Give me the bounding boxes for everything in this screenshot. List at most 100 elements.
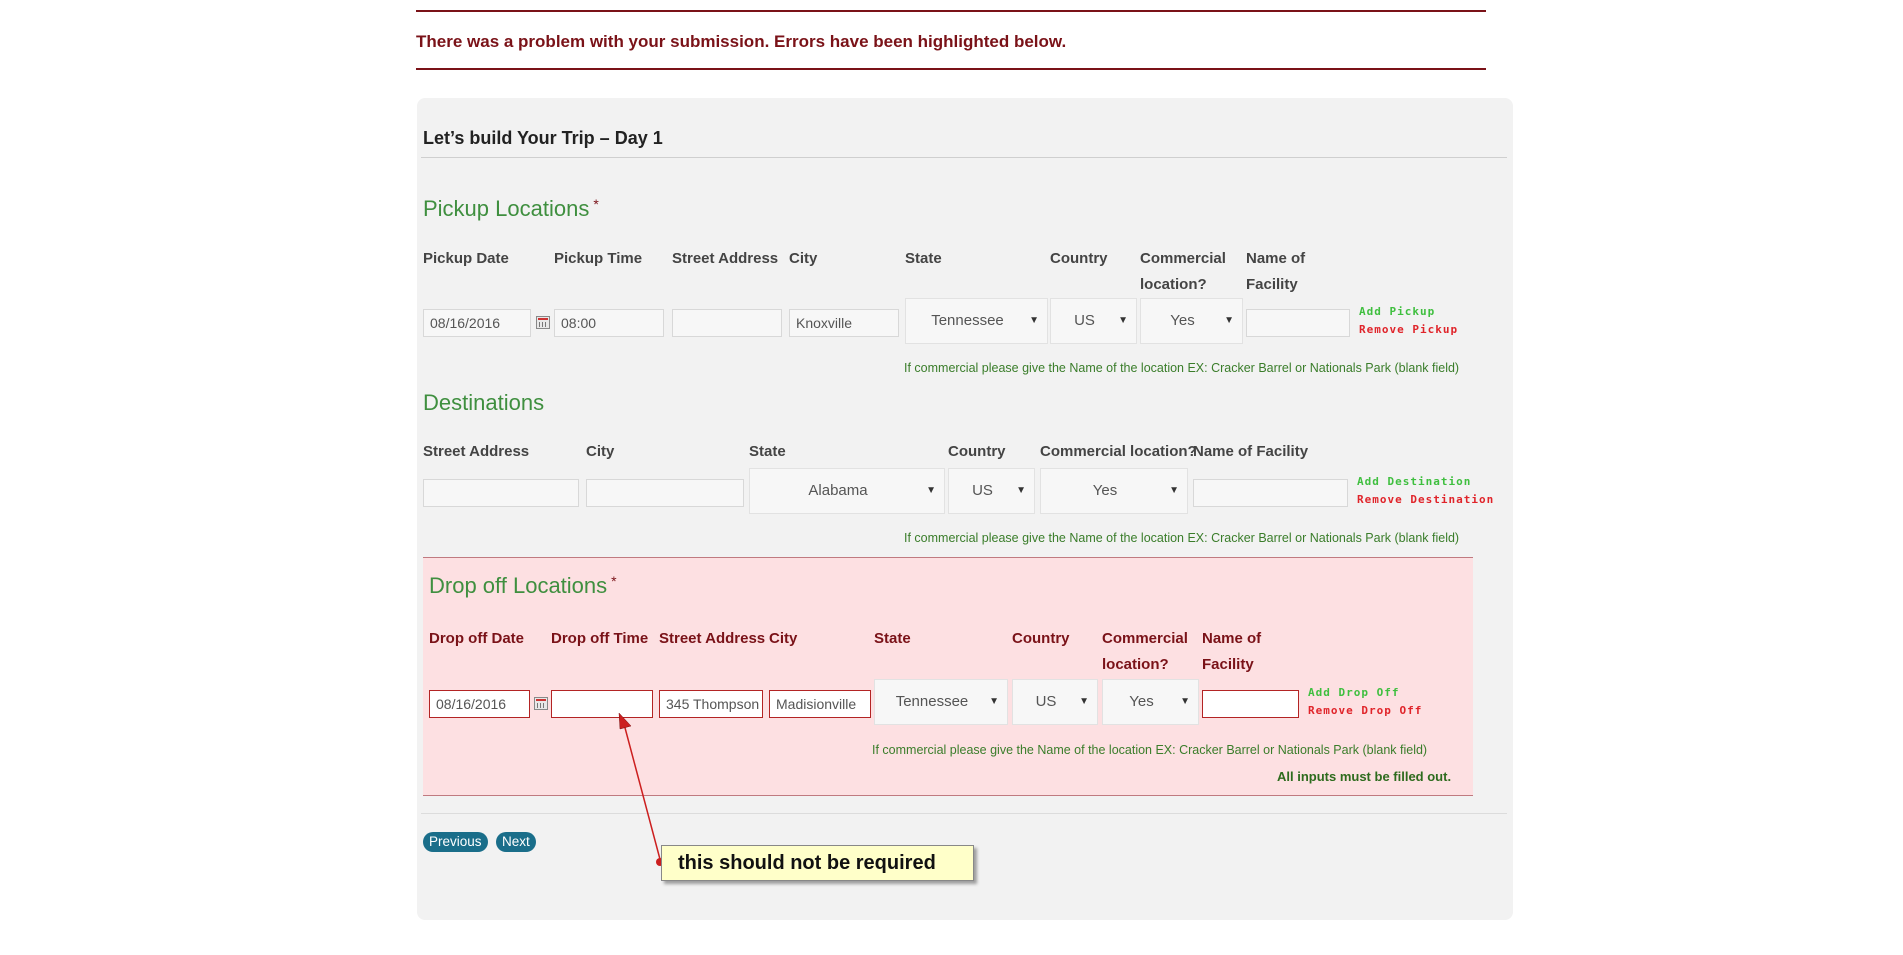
dropoff-date-label: Drop off Date	[429, 630, 524, 647]
dropoff-date-input[interactable]: 08/16/2016	[429, 690, 530, 718]
dest-commercial-select[interactable]: Yes ▼	[1040, 468, 1188, 514]
pickup-commercial-label-line2: location?	[1140, 276, 1207, 293]
dropoff-city-input[interactable]: Madisionville	[769, 690, 871, 718]
pickup-city-input[interactable]: Knoxville	[789, 309, 899, 337]
dropoff-section: Drop off Locations * Drop off Date Drop o…	[423, 557, 1473, 796]
pickup-country-select[interactable]: US ▼	[1050, 298, 1137, 344]
pickup-city-label: City	[789, 250, 818, 267]
dropoff-state-select[interactable]: Tennessee ▼	[874, 679, 1008, 725]
dropoff-country-select[interactable]: US ▼	[1012, 679, 1098, 725]
remove-destination-link[interactable]: Remove Destination	[1357, 493, 1494, 506]
pickup-commercial-value: Yes	[1170, 312, 1195, 329]
dest-state-label: State	[749, 443, 786, 460]
required-mark: *	[611, 573, 617, 589]
previous-button[interactable]: Previous	[423, 832, 488, 852]
dropoff-state-label: State	[874, 630, 911, 647]
chevron-down-icon: ▼	[989, 696, 999, 707]
pickup-commercial-label-line1: Commercial	[1140, 250, 1226, 267]
dest-country-label: Country	[948, 443, 1006, 460]
dest-country-select[interactable]: US ▼	[948, 468, 1035, 514]
dropoff-facility-label-line1: Name of	[1202, 630, 1262, 647]
dest-commercial-hint: If commercial please give the Name of th…	[904, 531, 1460, 545]
pickup-facility-label: Name of Facility	[1246, 246, 1305, 298]
pickup-commercial-label: Commercial location?	[1140, 246, 1226, 298]
dropoff-street-input[interactable]: 345 Thompson	[659, 690, 763, 718]
dropoff-time-input[interactable]	[551, 690, 653, 718]
pickup-date-label: Pickup Date	[423, 250, 509, 267]
pickup-facility-label-line1: Name of	[1246, 250, 1306, 267]
pickup-title-text: Pickup Locations	[423, 196, 590, 221]
pickup-commercial-hint: If commercial please give the Name of th…	[904, 361, 1460, 375]
chevron-down-icon: ▼	[1029, 315, 1039, 326]
dest-facility-input[interactable]	[1193, 479, 1348, 507]
dropoff-title-text: Drop off Locations	[429, 573, 608, 598]
pickup-street-label: Street Address	[672, 250, 779, 267]
chevron-down-icon: ▼	[1079, 696, 1089, 707]
add-dropoff-link[interactable]: Add Drop Off	[1308, 686, 1399, 699]
add-pickup-link[interactable]: Add Pickup	[1359, 305, 1435, 318]
dropoff-section-title: Drop off Locations *	[429, 573, 617, 599]
next-button[interactable]: Next	[496, 832, 536, 852]
pickup-section-title: Pickup Locations *	[423, 196, 599, 222]
dropoff-commercial-label-line2: location?	[1102, 656, 1169, 673]
pickup-street-input[interactable]	[672, 309, 782, 337]
dest-city-input[interactable]	[586, 479, 744, 507]
form-title: Let’s build Your Trip – Day 1	[423, 128, 663, 148]
dropoff-commercial-select[interactable]: Yes ▼	[1102, 679, 1199, 725]
pickup-facility-label-line2: Facility	[1246, 276, 1298, 293]
pickup-state-label: State	[905, 250, 942, 267]
pickup-country-value: US	[1074, 312, 1095, 329]
pickup-state-value: Tennessee	[931, 312, 1004, 329]
dropoff-commercial-value: Yes	[1129, 693, 1154, 710]
pickup-time-input[interactable]: 08:00	[554, 309, 664, 337]
add-destination-link[interactable]: Add Destination	[1357, 475, 1471, 488]
calendar-icon[interactable]	[534, 697, 548, 710]
dest-country-value: US	[972, 482, 993, 499]
required-mark: *	[593, 196, 599, 212]
chevron-down-icon: ▼	[1016, 485, 1026, 496]
pickup-state-select[interactable]: Tennessee ▼	[905, 298, 1048, 344]
dest-city-label: City	[586, 443, 615, 460]
dest-state-select[interactable]: Alabama ▼	[749, 468, 945, 514]
dropoff-facility-input[interactable]	[1202, 690, 1299, 718]
chevron-down-icon: ▼	[926, 485, 936, 496]
dropoff-country-value: US	[1035, 693, 1057, 710]
trip-form-card: Let’s build Your Trip – Day 1 Pickup Loc…	[417, 98, 1513, 920]
dest-street-input[interactable]	[423, 479, 579, 507]
pickup-country-label: Country	[1050, 250, 1108, 267]
dest-facility-label: Name of Facility	[1193, 443, 1309, 460]
dropoff-facility-label: Name of Facility	[1202, 626, 1261, 678]
calendar-icon[interactable]	[536, 316, 550, 329]
dropoff-city-label: City	[769, 630, 798, 647]
dest-commercial-label: Commercial location?	[1040, 443, 1197, 460]
remove-pickup-link[interactable]: Remove Pickup	[1359, 323, 1458, 336]
destinations-section-title: Destinations	[423, 390, 544, 416]
chevron-down-icon: ▼	[1180, 696, 1190, 707]
pickup-commercial-select[interactable]: Yes ▼	[1140, 298, 1243, 344]
dropoff-commercial-label-line1: Commercial	[1102, 630, 1188, 647]
nav-divider	[421, 813, 1507, 814]
dropoff-facility-label-line2: Facility	[1202, 656, 1254, 673]
dropoff-state-value: Tennessee	[895, 693, 969, 710]
annotation-callout: this should not be required	[661, 845, 974, 881]
dropoff-commercial-label: Commercial location?	[1102, 626, 1188, 678]
dropoff-commercial-hint: If commercial please give the Name of th…	[872, 743, 1428, 757]
pickup-time-label: Pickup Time	[554, 250, 643, 267]
chevron-down-icon: ▼	[1224, 315, 1234, 326]
dropoff-street-label: Street Address	[659, 630, 766, 647]
dest-state-value: Alabama	[808, 482, 868, 499]
dest-commercial-value: Yes	[1092, 482, 1118, 499]
dropoff-country-label: Country	[1012, 630, 1070, 647]
error-banner: There was a problem with your submission…	[416, 10, 1486, 70]
dropoff-time-label: Drop off Time	[551, 630, 649, 647]
chevron-down-icon: ▼	[1118, 315, 1128, 326]
title-divider	[421, 157, 1507, 158]
pickup-facility-input[interactable]	[1246, 309, 1350, 337]
dest-street-label: Street Address	[423, 443, 530, 460]
destinations-title-text: Destinations	[423, 390, 545, 415]
chevron-down-icon: ▼	[1169, 485, 1179, 496]
validation-message: All inputs must be filled out.	[1277, 769, 1452, 784]
error-message: There was a problem with your submission…	[416, 32, 1067, 51]
pickup-date-input[interactable]: 08/16/2016	[423, 309, 531, 337]
remove-dropoff-link[interactable]: Remove Drop Off	[1308, 704, 1422, 717]
